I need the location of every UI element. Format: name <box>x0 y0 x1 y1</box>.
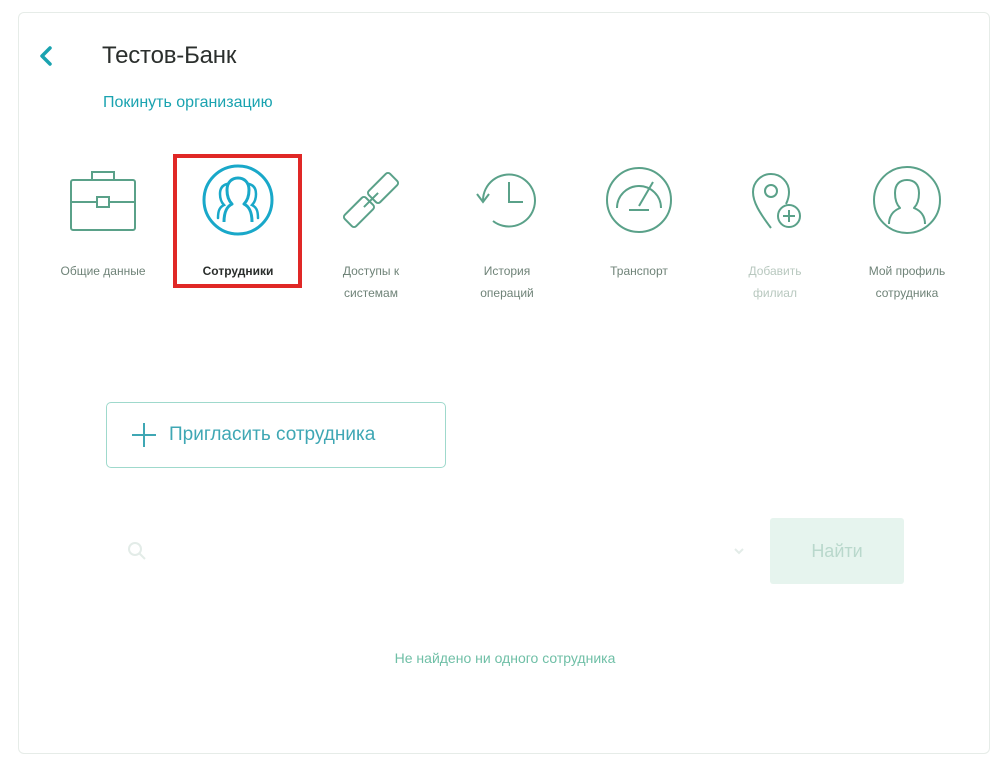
nav-label: Мой профиль сотрудника <box>868 264 946 300</box>
speedometer-icon <box>606 167 672 233</box>
find-button[interactable]: Найти <box>770 518 904 584</box>
nav-label: Добавить филиал <box>748 264 802 300</box>
profile-icon <box>873 166 941 234</box>
nav-item-system-access[interactable]: Доступы к системам <box>304 162 438 304</box>
link-icon <box>342 171 400 229</box>
chevron-left-icon <box>40 46 52 66</box>
content-frame <box>18 12 990 754</box>
briefcase-icon <box>70 171 136 231</box>
chevron-down-icon[interactable] <box>732 544 746 558</box>
search-input[interactable] <box>110 520 756 582</box>
leave-organization-link[interactable]: Покинуть организацию <box>103 94 273 112</box>
add-location-icon <box>751 173 801 229</box>
nav-label: История операций <box>480 264 534 300</box>
nav-item-my-profile[interactable]: Мой профиль сотрудника <box>840 162 974 304</box>
nav-item-general-data[interactable]: Общие данные <box>36 162 170 282</box>
plus-icon <box>132 423 156 447</box>
nav-item-operation-history[interactable]: История операций <box>440 162 574 304</box>
nav-label: Транспорт <box>610 264 668 278</box>
selection-highlight <box>173 154 302 288</box>
nav-label: Доступы к системам <box>342 264 400 300</box>
invite-employee-button[interactable]: Пригласить сотрудника <box>106 402 446 468</box>
empty-state-message: Не найдено ни одного сотрудника <box>394 650 616 666</box>
back-button[interactable] <box>36 44 56 68</box>
invite-employee-label: Пригласить сотрудника <box>169 424 376 445</box>
nav-item-transport[interactable]: Транспорт <box>572 162 706 282</box>
page-title: Тестов-Банк <box>102 42 237 69</box>
nav-label: Общие данные <box>60 264 146 278</box>
page: Тестов-Банк Покинуть организацию Общие д… <box>0 0 996 760</box>
history-icon <box>476 173 536 228</box>
search-bar <box>110 520 770 582</box>
nav-item-add-branch[interactable]: Добавить филиал <box>708 162 842 304</box>
